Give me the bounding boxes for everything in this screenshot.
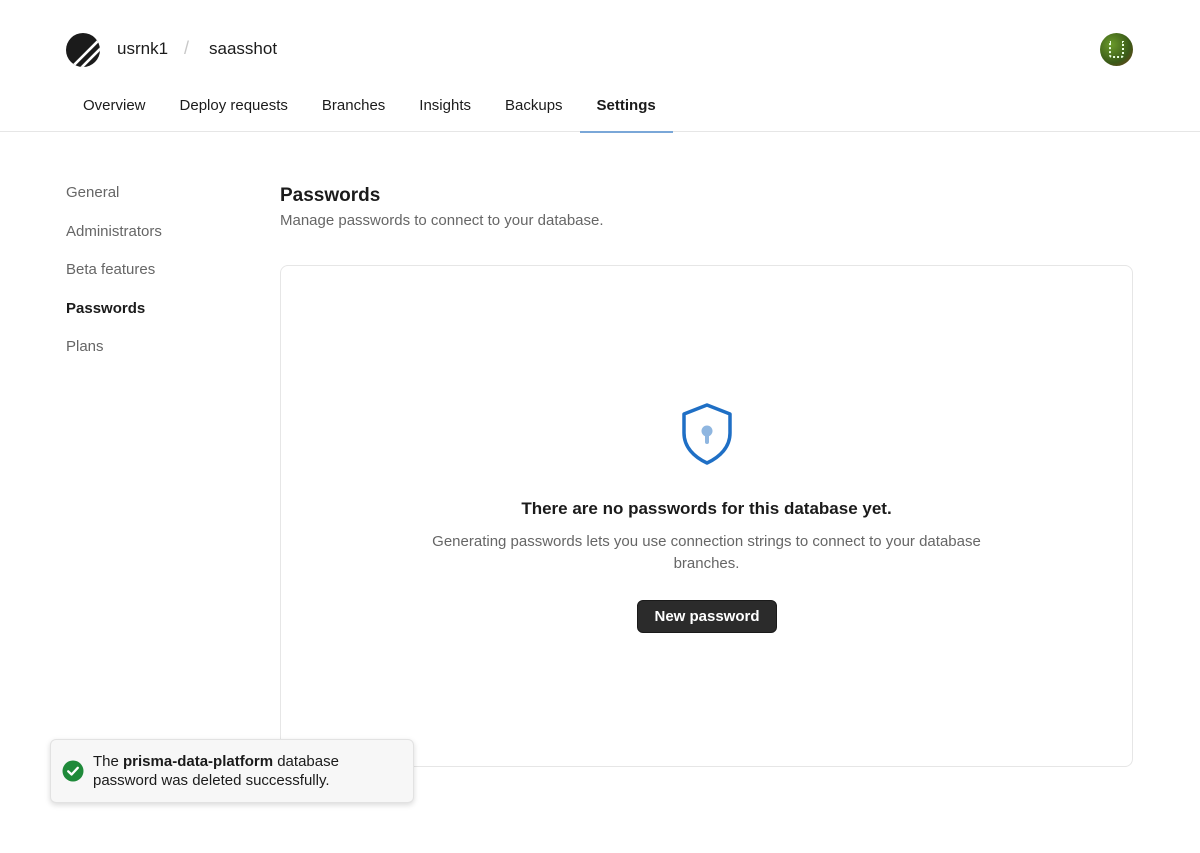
- tab-insights[interactable]: Insights: [402, 90, 488, 132]
- toast-prefix: The: [93, 753, 124, 770]
- sidebar-item-administrators[interactable]: Administrators: [66, 222, 246, 261]
- settings-sidebar: General Administrators Beta features Pas…: [66, 183, 246, 376]
- empty-state-title: There are no passwords for this database…: [521, 499, 892, 518]
- breadcrumb-separator: /: [184, 38, 190, 58]
- success-toast: The prisma-data-platform database passwo…: [50, 739, 414, 803]
- top-header: usrnk1 / saasshot Overview Deploy reques…: [0, 0, 1200, 133]
- sidebar-item-passwords[interactable]: Passwords: [66, 299, 246, 338]
- shield-key-icon: [679, 402, 735, 466]
- empty-state-description: Generating passwords lets you use connec…: [432, 533, 981, 572]
- planetscale-logo-icon[interactable]: [66, 33, 100, 67]
- toast-message: The prisma-data-platform database passwo…: [93, 752, 393, 790]
- check-circle-icon: [62, 760, 84, 782]
- tab-deploy-requests[interactable]: Deploy requests: [163, 90, 305, 132]
- database-tabs: Overview Deploy requests Branches Insigh…: [66, 90, 673, 133]
- database-name[interactable]: saasshot: [209, 39, 277, 59]
- org-name[interactable]: usrnk1: [117, 39, 168, 59]
- page-title: Passwords: [280, 185, 381, 206]
- passwords-empty-card: There are no passwords for this database…: [280, 265, 1133, 767]
- page-subtitle: Manage passwords to connect to your data…: [280, 212, 604, 229]
- tab-branches[interactable]: Branches: [305, 90, 402, 132]
- user-avatar-icon[interactable]: [1100, 33, 1133, 66]
- sidebar-item-beta-features[interactable]: Beta features: [66, 260, 246, 299]
- tab-overview[interactable]: Overview: [66, 90, 163, 132]
- tab-settings[interactable]: Settings: [579, 90, 673, 133]
- toast-password-name: prisma-data-platform: [123, 753, 274, 770]
- tab-backups[interactable]: Backups: [488, 90, 580, 132]
- sidebar-item-plans[interactable]: Plans: [66, 337, 246, 376]
- new-password-button[interactable]: New password: [637, 600, 777, 633]
- sidebar-item-general[interactable]: General: [66, 183, 246, 222]
